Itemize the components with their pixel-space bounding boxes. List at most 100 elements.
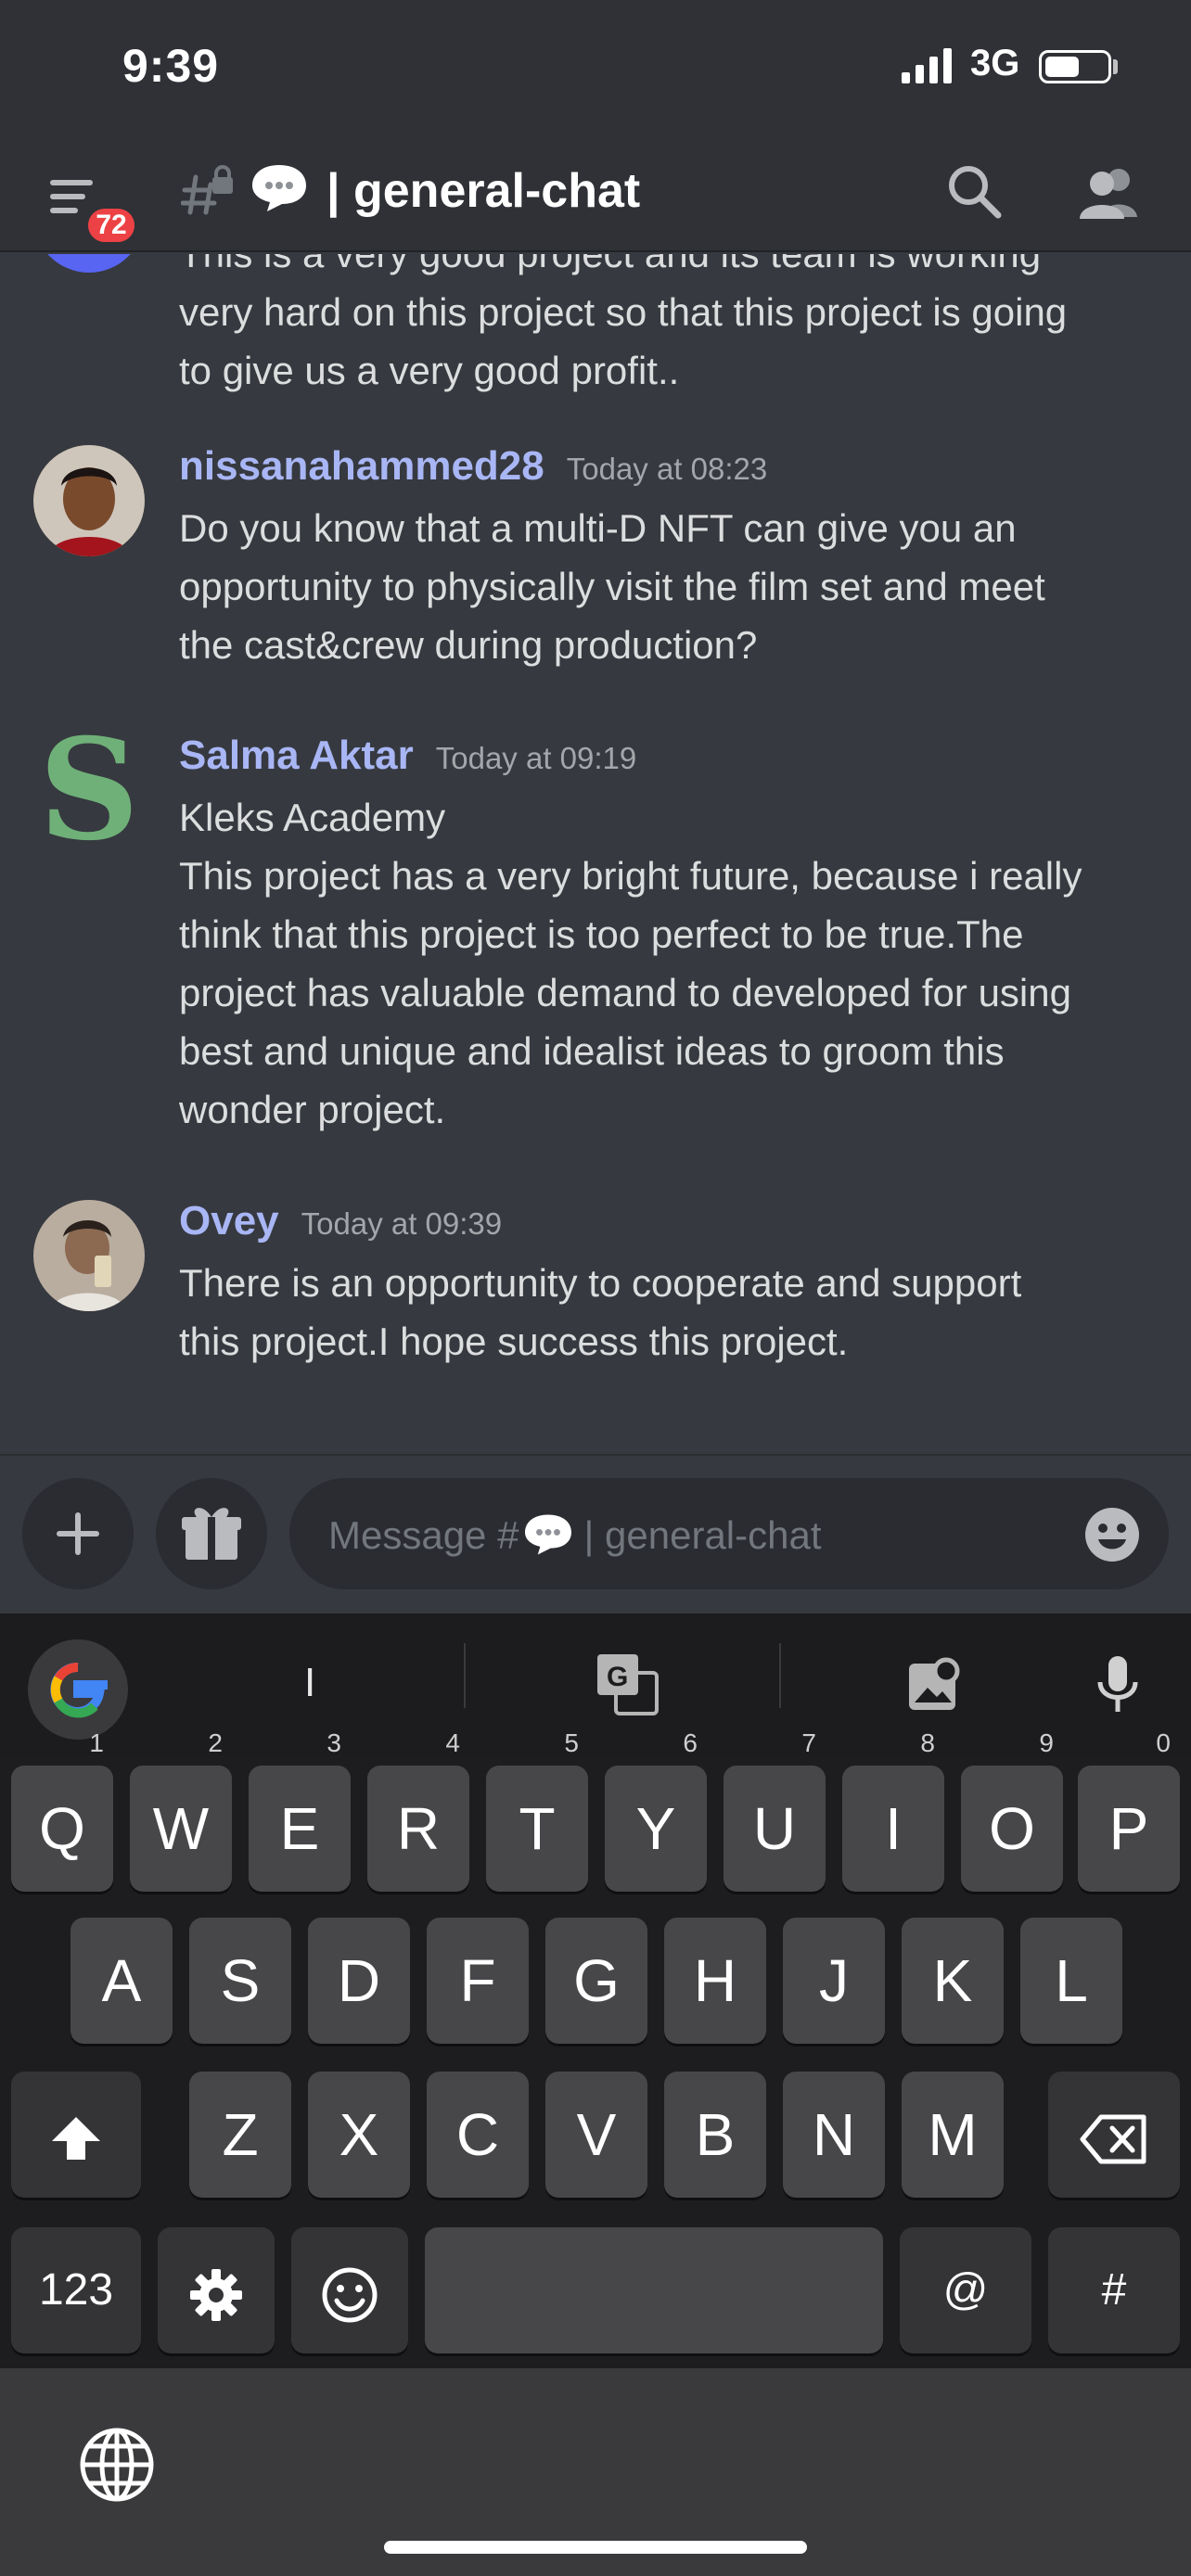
- at-key[interactable]: @: [900, 2227, 1031, 2353]
- author-name[interactable]: Salma Aktar: [179, 733, 414, 778]
- timestamp: Today at 09:39: [301, 1206, 503, 1241]
- status-bar: 9:39 3G: [0, 0, 1191, 139]
- key-hint: 4: [445, 1728, 460, 1757]
- suggestion[interactable]: I: [304, 1660, 315, 1706]
- image-search-icon[interactable]: [905, 1654, 967, 1715]
- divider: [464, 1643, 466, 1708]
- avatar-photo: [33, 445, 145, 556]
- shift-icon: [52, 2117, 100, 2161]
- message-header: Ovey Today at 09:39: [179, 1198, 502, 1244]
- key-hint: 5: [564, 1728, 579, 1757]
- attach-button[interactable]: [22, 1478, 134, 1589]
- key-m[interactable]: M: [902, 2072, 1004, 2198]
- gift-icon: [182, 1508, 241, 1560]
- message-text: Kleks Academy This project has a very br…: [179, 796, 1082, 1131]
- message-header: Salma Aktar Today at 09:19: [179, 733, 636, 779]
- emoji-key[interactable]: [291, 2227, 408, 2353]
- key-z[interactable]: Z: [189, 2072, 291, 2198]
- key-hint: 1: [89, 1728, 104, 1757]
- speech-bubble-icon: [252, 165, 306, 211]
- home-indicator[interactable]: [384, 2541, 807, 2554]
- key-q[interactable]: Q1: [11, 1730, 113, 1892]
- menu-button[interactable]: 72: [46, 169, 139, 252]
- key-label: I: [885, 1795, 902, 1862]
- message-text: There is an opportunity to cooperate and…: [179, 1261, 1022, 1363]
- key-w[interactable]: W2: [130, 1730, 232, 1892]
- google-button[interactable]: [28, 1639, 128, 1740]
- svg-text:G: G: [607, 1662, 628, 1692]
- key-r[interactable]: R4: [367, 1730, 469, 1892]
- battery-cap: [1113, 59, 1118, 74]
- key-s[interactable]: S: [189, 1918, 291, 2044]
- translate-icon[interactable]: G: [594, 1651, 660, 1717]
- key-o[interactable]: O9: [961, 1730, 1063, 1892]
- author-name[interactable]: nissanahammed28: [179, 443, 544, 489]
- avatar-letter: S: [38, 708, 140, 872]
- key-b[interactable]: B: [664, 2072, 766, 2198]
- key-c[interactable]: C: [427, 2072, 529, 2198]
- key-u[interactable]: U7: [724, 1730, 826, 1892]
- key-p[interactable]: P0: [1078, 1730, 1180, 1892]
- key-i[interactable]: I8: [842, 1730, 944, 1892]
- key-v[interactable]: V: [545, 2072, 647, 2198]
- settings-key[interactable]: [158, 2227, 275, 2353]
- avatar[interactable]: [33, 445, 145, 556]
- search-icon[interactable]: [944, 161, 1004, 221]
- key-label: E: [279, 1795, 320, 1862]
- divider: [779, 1643, 781, 1708]
- battery-icon: [1039, 50, 1111, 83]
- key-g[interactable]: G: [545, 1918, 647, 2044]
- message-text: Do you know that a multi-D NFT can give …: [179, 506, 1045, 667]
- channel-header: 72 | general-chat: [0, 139, 1191, 252]
- space-key[interactable]: [425, 2227, 883, 2353]
- key-d[interactable]: D: [308, 1918, 410, 2044]
- key-j[interactable]: J: [783, 1918, 885, 2044]
- gift-button[interactable]: [156, 1478, 267, 1589]
- key-a[interactable]: A: [70, 1918, 173, 2044]
- backspace-key[interactable]: [1048, 2072, 1180, 2198]
- key-hint: 3: [327, 1728, 341, 1757]
- emoji-icon[interactable]: [1083, 1506, 1141, 1563]
- hash-key[interactable]: #: [1048, 2227, 1180, 2353]
- globe-icon[interactable]: [78, 2426, 156, 2504]
- key-label: W: [152, 1795, 210, 1862]
- message-list[interactable]: This is a very good project and its team…: [0, 254, 1191, 1454]
- key-k[interactable]: K: [902, 1918, 1004, 2044]
- key-x[interactable]: X: [308, 2072, 410, 2198]
- message-placeholder: Message # | general-chat: [328, 1511, 822, 1558]
- key-hint: 8: [920, 1728, 935, 1757]
- key-label: T: [519, 1795, 556, 1862]
- avatar[interactable]: [33, 254, 145, 273]
- backspace-icon: [1080, 2114, 1146, 2164]
- key-n[interactable]: N: [783, 2072, 885, 2198]
- google-icon: [50, 1662, 108, 1718]
- key-f[interactable]: F: [427, 1918, 529, 2044]
- key-hint: 0: [1156, 1728, 1171, 1757]
- key-label: Q: [39, 1795, 85, 1862]
- avatar[interactable]: [33, 1200, 145, 1311]
- message-text: This is a very good project and its team…: [179, 254, 1068, 392]
- signal-icon: [902, 48, 952, 83]
- key-label: R: [396, 1795, 441, 1862]
- message-header: nissanahammed28 Today at 08:23: [179, 443, 767, 490]
- key-e[interactable]: E3: [249, 1730, 351, 1892]
- avatar[interactable]: S: [33, 708, 145, 872]
- message-composer: Message # | general-chat: [0, 1454, 1191, 1613]
- shift-key[interactable]: [11, 2072, 141, 2198]
- key-l[interactable]: L: [1020, 1918, 1122, 2044]
- timestamp: Today at 08:23: [566, 452, 768, 486]
- key-t[interactable]: T5: [486, 1730, 588, 1892]
- placeholder-prefix: Message #: [328, 1513, 519, 1557]
- settings-icon: [190, 2269, 242, 2322]
- numbers-key[interactable]: 123: [11, 2227, 141, 2353]
- keyboard: I G Q1 W2 E3 R4 T5 Y6 U7 I8 O9 P0 A S D …: [0, 1613, 1191, 2576]
- key-h[interactable]: H: [664, 1918, 766, 2044]
- key-label: U: [752, 1795, 797, 1862]
- microphone-icon[interactable]: [1095, 1654, 1141, 1715]
- avatar-photo: [33, 1200, 145, 1311]
- author-name[interactable]: Ovey: [179, 1198, 279, 1243]
- keyboard-toolbar: I G: [0, 1613, 1191, 1756]
- message-input[interactable]: Message # | general-chat: [289, 1478, 1169, 1589]
- members-icon[interactable]: [1076, 165, 1141, 221]
- key-y[interactable]: Y6: [605, 1730, 707, 1892]
